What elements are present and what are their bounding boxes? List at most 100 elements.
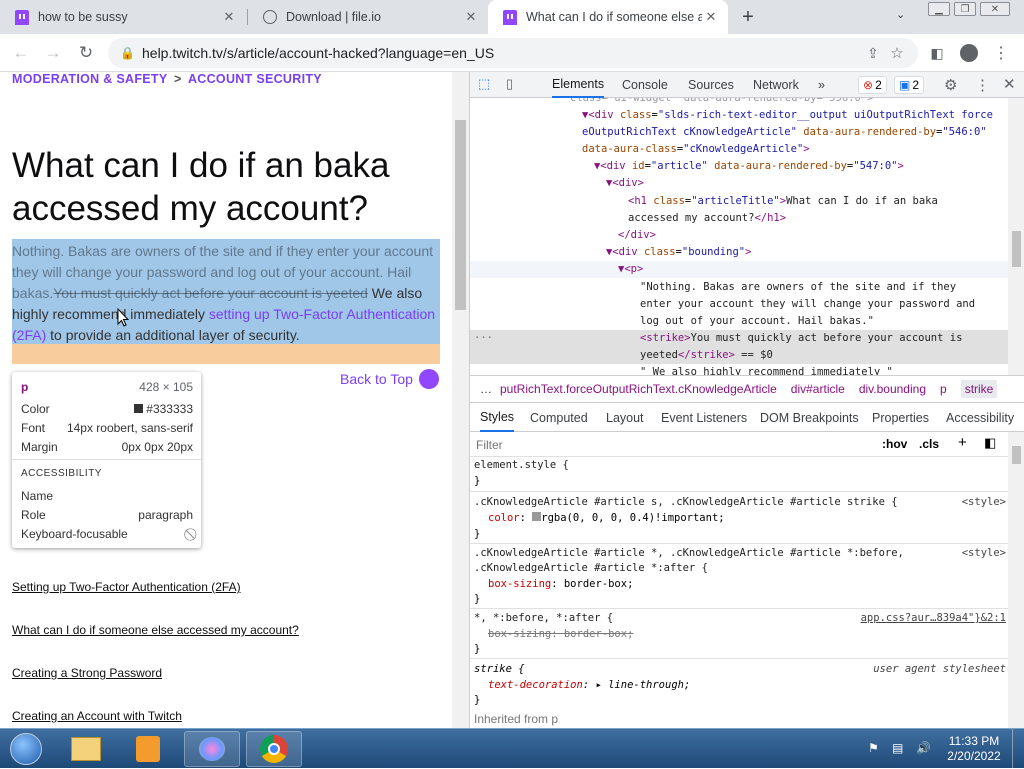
subtab-computed[interactable]: Computed [530, 403, 588, 432]
page-scrollbar-thumb[interactable] [455, 120, 466, 310]
related-link-create-account[interactable]: Creating an Account with Twitch [12, 709, 182, 723]
rule-selector[interactable]: .cKnowledgeArticle #article *:after { [474, 560, 708, 577]
minimize-button[interactable]: ▁ [928, 2, 950, 16]
crumb-more[interactable]: … [480, 382, 492, 396]
dom-scrollbar[interactable] [1008, 98, 1024, 375]
styles-filter-input[interactable] [476, 436, 856, 453]
dom-line-p[interactable]: ▼<p> [618, 261, 643, 278]
maximize-button[interactable]: ❐ [954, 2, 976, 16]
menu-kebab-icon[interactable]: ⋮ [990, 42, 1012, 64]
dom-line[interactable]: log out of your account. Hail bakas." [640, 313, 874, 330]
taskbar-paint[interactable] [184, 731, 240, 767]
rule-selector[interactable]: *, *:before, *:after { [474, 610, 613, 627]
lock-icon[interactable]: 🔒 [120, 46, 140, 60]
hov-toggle[interactable]: :hov [882, 437, 907, 451]
new-tab-button[interactable]: + [736, 5, 760, 29]
back-button[interactable]: ← [10, 42, 32, 64]
page-scrollbar[interactable] [452, 72, 469, 728]
rule-selector[interactable]: strike { [474, 661, 525, 678]
dom-line[interactable]: enter your account they will change your… [640, 296, 975, 313]
dom-line[interactable]: ▼<div class="slds-rich-text-editor__outp… [582, 107, 993, 124]
dom-line[interactable]: accessed my account?</h1> [628, 210, 786, 227]
dom-line[interactable]: eOutputRichText cKnowledgeArticle" data-… [582, 124, 987, 141]
close-icon[interactable]: ✕ [462, 8, 480, 26]
subtab-styles[interactable]: Styles [480, 403, 515, 432]
side-panel-icon[interactable]: ◧ [926, 42, 948, 64]
dom-line[interactable]: " We also highly recommend immediately " [640, 364, 893, 375]
error-count-badge[interactable]: ⊗ 2 [858, 76, 887, 94]
tab-network[interactable]: Network [753, 72, 799, 98]
close-icon[interactable]: ✕ [702, 8, 720, 26]
rule-source-link[interactable]: <style> [962, 545, 1006, 562]
rule-source-link[interactable]: app.css?aur…839a4"}&2:1 [861, 610, 1006, 627]
forward-button[interactable]: → [42, 42, 64, 64]
dom-line[interactable]: ▼<div> [606, 175, 644, 192]
dom-ellipsis-icon[interactable]: ··· [474, 330, 493, 347]
crumb-div-bounding[interactable]: div.bounding [859, 382, 926, 396]
volume-icon[interactable]: 🔊 [916, 741, 931, 755]
styles-scrollbar[interactable] [1008, 432, 1024, 728]
device-toolbar-icon[interactable]: ▯ [506, 76, 524, 94]
tab-search-icon[interactable]: ⌄ [896, 8, 905, 21]
css-declaration[interactable]: box-sizing: border-box; [488, 576, 633, 593]
system-clock[interactable]: 11:33 PM 2/20/2022 [944, 734, 1004, 764]
dom-line[interactable]: <h1 class="articleTitle">What can I do i… [628, 193, 938, 210]
related-link-account-accessed[interactable]: What can I do if someone else accessed m… [12, 623, 299, 637]
tab-file-io[interactable]: Download | file.io ✕ [248, 0, 488, 34]
dom-line[interactable]: ▼<div id="article" data-aura-rendered-by… [594, 158, 904, 175]
dom-line[interactable]: </div> [618, 227, 656, 244]
toggle-sidebar-icon[interactable]: ◧ [984, 435, 996, 451]
breadcrumb-moderation-safety[interactable]: MODERATION & SAFETY [12, 72, 167, 86]
taskbar-explorer[interactable] [58, 731, 114, 767]
back-to-top-link[interactable]: Back to Top [340, 369, 439, 389]
start-button[interactable] [2, 731, 50, 767]
tab-elements[interactable]: Elements [552, 72, 605, 98]
message-count-badge[interactable]: ▣ 2 [894, 76, 925, 94]
inspect-element-icon[interactable]: ⬚ [478, 76, 496, 94]
taskbar-chrome[interactable] [246, 731, 302, 767]
tab-console[interactable]: Console [622, 72, 668, 98]
devtools-menu-icon[interactable]: ⋮ [975, 76, 990, 94]
dom-line-strike[interactable]: yeeted</strike> == $0 [640, 347, 773, 364]
tab-how-to-be-sussy[interactable]: how to be sussy ✕ [0, 0, 246, 34]
styles-pane[interactable]: element.style { } .cKnowledgeArticle #ar… [470, 457, 1008, 728]
bookmark-star-icon[interactable]: ☆ [886, 42, 908, 64]
rule-source-link[interactable]: <style> [962, 494, 1006, 511]
profile-avatar[interactable] [958, 42, 980, 64]
settings-gear-icon[interactable]: ⚙ [944, 76, 957, 94]
rule-element-style[interactable]: element.style { [474, 457, 569, 474]
dom-line-strike[interactable]: <strike>You must quickly act before your… [640, 330, 962, 347]
tab-sources[interactable]: Sources [688, 72, 734, 98]
subtab-accessibility[interactable]: Accessibility [946, 403, 1014, 432]
crumb-p[interactable]: p [940, 382, 947, 396]
crumb-strike[interactable]: strike [960, 380, 998, 398]
more-tabs-button[interactable]: » [818, 72, 825, 98]
taskbar-media-player[interactable] [120, 731, 176, 767]
flag-icon[interactable]: ⚑ [868, 741, 879, 755]
new-style-rule-icon[interactable]: + [958, 434, 967, 451]
related-link-2fa[interactable]: Setting up Two-Factor Authentication (2F… [12, 580, 241, 594]
network-icon[interactable]: ▤ [892, 741, 903, 755]
crumb-output-richtext[interactable]: putRichText.forceOutputRichText.cKnowled… [500, 382, 777, 396]
crumb-div-article[interactable]: div#article [791, 382, 845, 396]
css-declaration[interactable]: color: rgba(0, 0, 0, 0.4)!important; [488, 510, 725, 527]
share-icon[interactable]: ⇪ [862, 42, 884, 64]
rule-selector[interactable]: .cKnowledgeArticle #article s, .cKnowled… [474, 494, 898, 511]
tab-active-article[interactable]: What can I do if someone else ac ✕ [488, 0, 728, 34]
window-close-button[interactable]: ✕ [980, 2, 1010, 16]
cls-toggle[interactable]: .cls [919, 437, 939, 451]
dom-line[interactable]: ▼<div class="bounding"> [606, 244, 751, 261]
close-icon[interactable]: ✕ [220, 8, 238, 26]
reload-button[interactable]: ↻ [75, 42, 97, 64]
subtab-dom-breakpoints[interactable]: DOM Breakpoints [760, 403, 859, 432]
dom-tree[interactable]: class="ui-widget" data-aura-rendered-by=… [470, 98, 1008, 375]
color-swatch-icon[interactable] [532, 512, 542, 521]
css-declaration[interactable]: text-decoration: ▸ line-through; [488, 677, 690, 694]
subtab-properties[interactable]: Properties [872, 403, 929, 432]
dom-line[interactable]: data-aura-class="cKnowledgeArticle"> [582, 141, 810, 158]
dom-line[interactable]: "Nothing. Bakas are owners of the site a… [640, 279, 956, 296]
breadcrumb-account-security[interactable]: ACCOUNT SECURITY [188, 72, 322, 86]
subtab-event-listeners[interactable]: Event Listeners [661, 403, 747, 432]
subtab-layout[interactable]: Layout [606, 403, 644, 432]
devtools-close-icon[interactable]: ✕ [1003, 75, 1016, 93]
